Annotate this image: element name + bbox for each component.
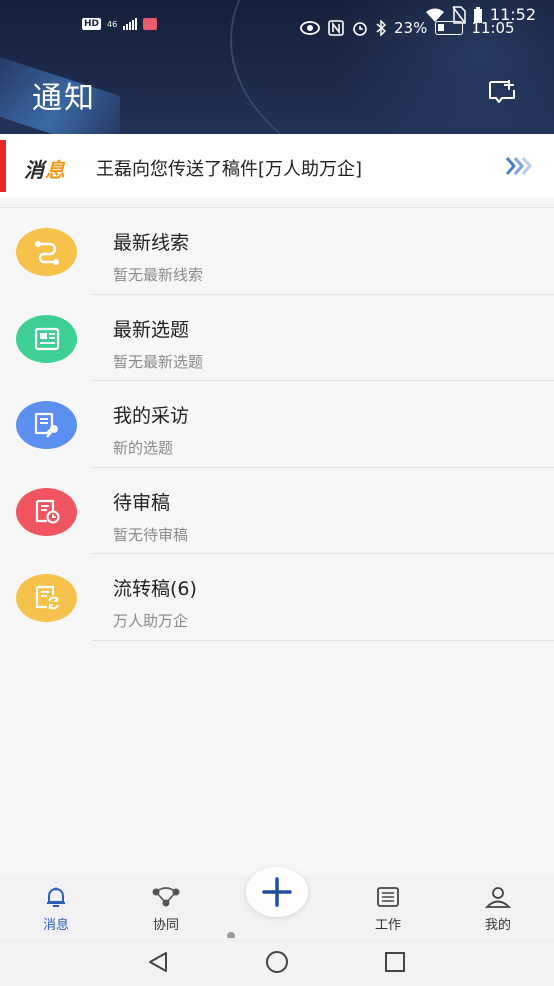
nav-label: 我的 bbox=[484, 918, 511, 933]
person-icon bbox=[484, 887, 512, 908]
double-chevron-right-icon[interactable] bbox=[504, 154, 532, 178]
list-icon bbox=[377, 887, 399, 907]
transfer-doc-icon-badge bbox=[16, 574, 77, 622]
list-item-latest-topics[interactable]: 最新选题 暂无最新选题 bbox=[0, 295, 554, 381]
clock-bottom: 11:05 bbox=[471, 19, 515, 37]
link-icon-badge bbox=[16, 228, 77, 276]
list-item-latest-clues[interactable]: 最新线索 暂无最新线索 bbox=[0, 208, 554, 295]
item-title: 流转稿(6) bbox=[113, 578, 197, 600]
nav-item-work[interactable]: 工作 bbox=[358, 886, 418, 933]
list-item-transfer-docs[interactable]: 流转稿(6) 万人助万企 bbox=[0, 554, 554, 641]
recents-icon[interactable] bbox=[383, 950, 407, 974]
item-title: 最新选题 bbox=[113, 318, 190, 341]
item-title: 最新线索 bbox=[113, 232, 190, 254]
notification-category-list: 最新线索 暂无最新线索 最新选题 暂无最新选题 我的采访 新的选题 待审稿 暂无… bbox=[0, 208, 554, 641]
nav-item-messages[interactable]: 消息 bbox=[26, 886, 86, 933]
interview-icon-badge bbox=[16, 401, 77, 449]
collab-icon bbox=[152, 887, 180, 907]
interview-icon bbox=[34, 412, 58, 438]
alarm-icon bbox=[353, 22, 367, 36]
page-title: 通知 bbox=[32, 81, 96, 116]
item-title: 待审稿 bbox=[113, 491, 171, 514]
transfer-doc-icon bbox=[35, 585, 59, 610]
nfc-icon bbox=[328, 20, 344, 36]
app-notification-icon bbox=[143, 18, 158, 30]
hd-badge: HD bbox=[82, 18, 102, 30]
item-subtitle: 暂无最新线索 bbox=[113, 266, 204, 284]
list-item-pending-review[interactable]: 待审稿 暂无待审稿 bbox=[0, 468, 554, 554]
item-divider bbox=[92, 639, 554, 641]
status-left: HD 46 bbox=[82, 18, 158, 30]
banner-tag-part2: 息 bbox=[45, 158, 66, 182]
item-title: 我的采访 bbox=[113, 405, 190, 427]
add-fab-button[interactable] bbox=[246, 867, 308, 917]
nav-item-mine[interactable]: 我的 bbox=[468, 886, 528, 933]
pending-review-icon-badge bbox=[16, 487, 77, 536]
item-subtitle: 暂无待审稿 bbox=[113, 525, 189, 544]
pending-review-icon bbox=[35, 499, 59, 523]
status-indicators: 23% 11:05 bbox=[300, 19, 515, 37]
notification-banner[interactable]: 消息 王磊向您传送了稿件[万人助万企] bbox=[0, 134, 554, 198]
battery-icon bbox=[435, 21, 464, 35]
eye-icon bbox=[300, 21, 320, 35]
banner-tag-part1: 消 bbox=[24, 158, 45, 182]
item-subtitle: 暂无最新选题 bbox=[113, 352, 204, 371]
banner-tag: 消息 bbox=[24, 154, 66, 183]
status-bar: HD 46 11:52 23% 11:05 bbox=[0, 0, 554, 40]
plus-icon bbox=[262, 877, 292, 907]
banner-message: 王磊向您传送了稿件[万人助万企] bbox=[96, 159, 363, 180]
item-subtitle: 万人助万企 bbox=[113, 612, 189, 630]
nav-label: 消息 bbox=[42, 918, 69, 933]
item-subtitle: 新的选题 bbox=[113, 439, 174, 457]
list-item-my-interviews[interactable]: 我的采访 新的选题 bbox=[0, 381, 554, 468]
system-nav-bar bbox=[0, 938, 554, 986]
nav-item-collaboration[interactable]: 协同 bbox=[136, 886, 196, 933]
bluetooth-icon bbox=[376, 20, 386, 36]
home-icon[interactable] bbox=[264, 950, 290, 974]
bell-icon bbox=[47, 887, 65, 907]
news-icon-badge bbox=[16, 314, 77, 363]
banner-red-marker bbox=[0, 140, 6, 192]
battery-percent: 23% bbox=[394, 19, 428, 37]
news-icon bbox=[34, 327, 59, 350]
nav-label: 工作 bbox=[374, 918, 401, 933]
add-note-icon[interactable] bbox=[488, 78, 516, 104]
link-icon bbox=[34, 241, 59, 265]
nav-label: 协同 bbox=[152, 918, 179, 933]
network-type-label: 46 bbox=[107, 19, 118, 29]
header: HD 46 11:52 23% 11:05 通知 bbox=[0, 0, 554, 134]
back-icon[interactable] bbox=[146, 950, 170, 974]
signal-icon bbox=[123, 18, 138, 30]
